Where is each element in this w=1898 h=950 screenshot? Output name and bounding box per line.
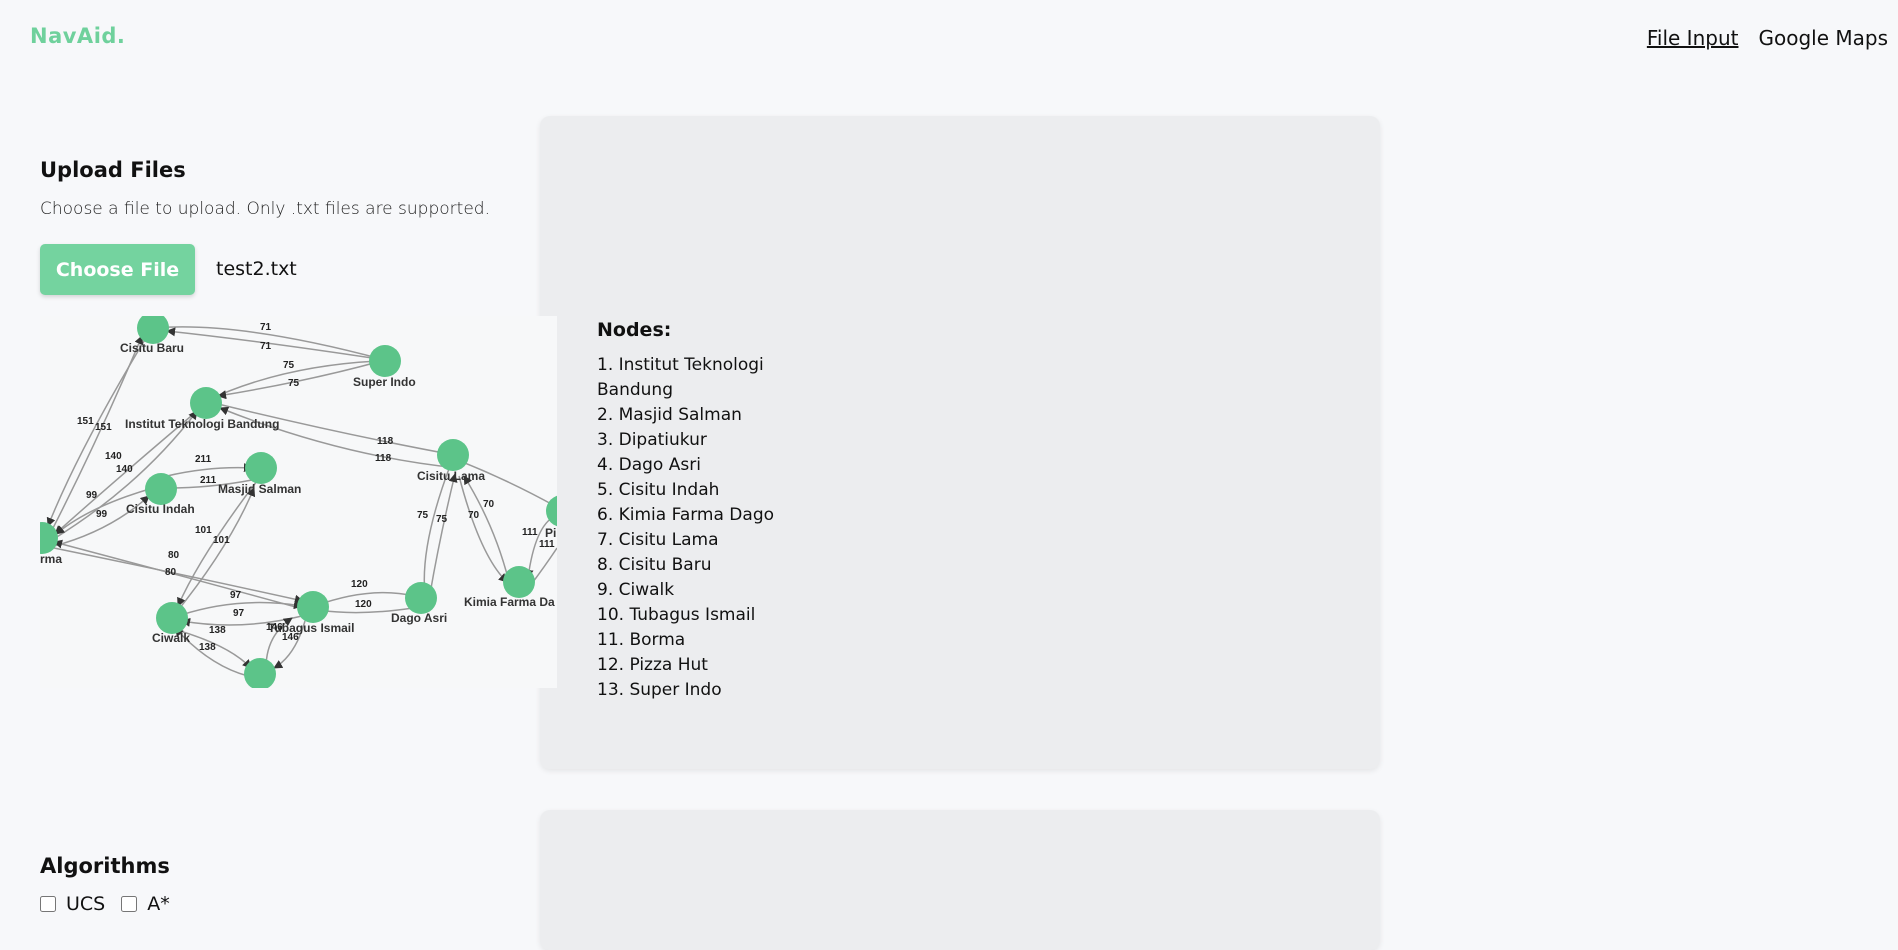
edge-label: 97 [233,608,245,619]
graph-node [40,522,58,554]
algo-option-ucs[interactable]: UCS [40,893,105,915]
node-list-item: 2. Masjid Salman [597,405,742,425]
nodes-list: 1. Institut Teknologi Bandung 2. Masjid S… [597,353,797,703]
graph-edge [419,465,451,595]
edge-label: 70 [468,510,480,521]
graph-node [297,591,329,623]
node-list-item: 3. Dipatiukur [597,430,707,450]
graph-edge [458,475,508,583]
edge-label: 99 [86,490,98,501]
edge-label: 151 [95,422,112,433]
edge-label: 211 [200,475,217,486]
edge-label: 118 [375,453,392,464]
graph-node [369,345,401,377]
nodes-panel: Nodes: 1. Institut Teknologi Bandung 2. M… [597,316,797,703]
edge-label: 80 [168,550,180,561]
edge-label: 71 [260,322,272,333]
edge-label: 75 [283,360,295,371]
edge-label: 211 [195,454,212,465]
edge-label: 75 [288,378,300,389]
edge-label: 111 [522,527,538,538]
node-label-ciwalk: Ciwalk [152,631,190,645]
node-list-item: 13. Super Indo [597,680,722,700]
nav-google-maps[interactable]: Google Maps [1758,26,1888,50]
node-label-itb: Institut Teknologi Bandung [125,417,279,431]
selected-file-name: test2.txt [216,258,297,280]
edge-label: 120 [351,579,368,590]
node-list-item: 11. Borma [597,630,686,650]
node-label-kimia-farma: Kimia Farma Da [464,595,555,609]
graph-edge [463,475,510,583]
node-label-masjid-salman: Masjid Salman [218,482,301,496]
node-list-item: 10. Tubagus Ismail [597,605,756,625]
node-list-item: 5. Cisitu Indah [597,480,720,500]
nav-links: File Input Google Maps [1647,26,1888,50]
ucs-label: UCS [66,893,106,915]
graph-edge [429,473,458,595]
choose-file-button[interactable]: Choose File [40,244,195,295]
edge-label: 75 [417,510,429,521]
graph-svg[interactable]: Cisitu Baru Super Indo Institut Teknolog… [40,316,557,688]
brand-logo[interactable]: NavAid. [30,24,125,48]
node-list-item: 6. Kimia Farma Dago [597,505,775,525]
edge-label: 118 [377,436,394,447]
graph-node [137,316,169,344]
edge-label: 71 [260,341,272,352]
graph-node [503,566,535,598]
node-label-cisitu-lama: Cisitu Lama [417,469,485,483]
edge-label: 70 [483,499,495,510]
algorithm-options: UCS A* [40,893,170,915]
node-label-super-indo: Super Indo [353,375,416,389]
edge-label: 138 [209,625,226,636]
node-list-item: 1. Institut Teknologi Bandung [597,355,764,400]
edge-label: 101 [195,525,212,536]
node-label-cisitu-indah: Cisitu Indah [126,502,195,516]
node-list-item: 4. Dago Asri [597,455,701,475]
edge-label: 120 [355,599,372,610]
graph-node [145,473,177,505]
algo-option-astar[interactable]: A* [121,893,170,915]
edge-label: 140 [116,464,133,475]
edge-label: 101 [213,535,230,546]
node-list-item: 12. Pizza Hut [597,655,708,675]
algorithms-title: Algorithms [40,854,170,878]
edge-label: 111 [539,539,555,550]
node-label-pizza-hut: Pi [545,526,556,540]
node-list-item: 9. Ciwalk [597,580,675,600]
graph-node [190,387,222,419]
upload-subtitle: Choose a file to upload. Only .txt files… [40,199,490,219]
graph-node [156,602,188,634]
graph-node [245,452,277,484]
algorithms-card [540,810,1380,950]
edge-label: 138 [199,642,216,653]
node-list-item: 8. Cisitu Baru [597,555,712,575]
node-label-dago-asri: Dago Asri [391,611,447,625]
nav-file-input[interactable]: File Input [1647,26,1739,50]
astar-label: A* [147,893,170,915]
edge-label: 151 [77,416,94,427]
nodes-title: Nodes: [597,319,672,341]
upload-title: Upload Files [40,158,186,182]
graph-edge [459,460,556,507]
graph-visualization[interactable]: Cisitu Baru Super Indo Institut Teknolog… [40,316,557,688]
node-list-item: 7. Cisitu Lama [597,530,719,550]
edge-label: 99 [96,509,108,520]
top-navbar: NavAid. File Input Google Maps [0,0,1898,78]
edge-label: 80 [165,567,177,578]
node-label-cisitu-baru: Cisitu Baru [120,341,184,355]
graph-node [244,658,276,688]
graph-node [405,582,437,614]
edge-label: 97 [230,590,242,601]
graph-node [437,439,469,471]
edge-label: 75 [436,514,448,525]
edge-label: 140 [105,451,122,462]
edge-label: 146 [266,622,283,633]
edge-label: 146 [282,632,299,643]
node-label-borma: rma [40,552,62,566]
